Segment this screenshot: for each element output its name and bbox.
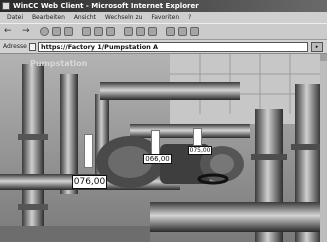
mail-icon[interactable]: [124, 27, 133, 36]
level-bar-1: [84, 134, 93, 168]
home-icon[interactable]: [64, 27, 73, 36]
menu-bar: Datei Bearbeiten Ansicht Wechseln zu Fav…: [0, 12, 327, 23]
address-input[interactable]: [38, 42, 308, 52]
readout-3: 075,00: [188, 146, 212, 155]
edit-icon[interactable]: [148, 27, 157, 36]
address-label: Adresse: [3, 43, 27, 50]
discuss-icon[interactable]: [166, 27, 175, 36]
page-icon: [29, 43, 36, 51]
pump-station-photo: [0, 54, 327, 242]
tools-icon[interactable]: [190, 27, 199, 36]
history-icon[interactable]: [106, 27, 115, 36]
stop-icon[interactable]: [40, 27, 49, 36]
app-icon: [2, 2, 10, 10]
window-title: WinCC Web Client - Microsoft Internet Ex…: [13, 2, 199, 10]
level-bar-2: [151, 130, 160, 156]
messenger-icon[interactable]: [178, 27, 187, 36]
level-bar-3: [193, 128, 202, 146]
readout-2: 066,00: [143, 154, 172, 164]
print-icon[interactable]: [136, 27, 145, 36]
browser-window: WinCC Web Client - Microsoft Internet Ex…: [0, 0, 327, 242]
menu-item-bearbeiten[interactable]: Bearbeiten: [32, 12, 65, 23]
favorites-icon[interactable]: [94, 27, 103, 36]
address-bar: Adresse ▸: [0, 40, 327, 54]
go-icon[interactable]: ▸: [311, 42, 323, 52]
menu-item-help[interactable]: ?: [188, 12, 191, 23]
process-picture: Pumpstation 076,00 066,00 075,00: [0, 54, 327, 242]
forward-icon[interactable]: →: [22, 26, 30, 37]
menu-item-wechseln-zu[interactable]: Wechseln zu: [105, 12, 143, 23]
back-icon[interactable]: ←: [4, 26, 12, 37]
search-icon[interactable]: [82, 27, 91, 36]
page-title: Pumpstation: [30, 59, 88, 68]
refresh-icon[interactable]: [52, 27, 61, 36]
toolbar: ← →: [0, 23, 327, 40]
menu-item-datei[interactable]: Datei: [7, 12, 23, 23]
menu-item-favoriten[interactable]: Favoriten: [151, 12, 179, 23]
readout-1: 076,00: [72, 175, 107, 189]
menu-item-ansicht[interactable]: Ansicht: [74, 12, 96, 23]
title-bar: WinCC Web Client - Microsoft Internet Ex…: [0, 0, 327, 12]
